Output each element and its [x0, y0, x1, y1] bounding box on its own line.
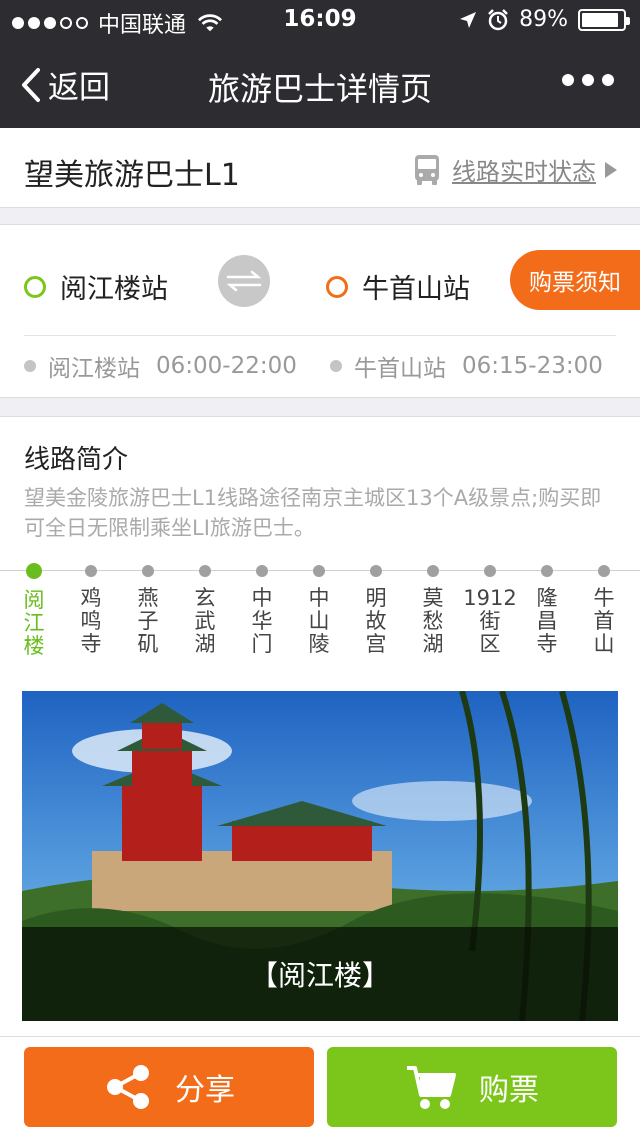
timeline-stop[interactable]: 牛首山 [576, 563, 632, 656]
stop-name: 中山陵 [308, 586, 330, 656]
stop-dot-icon [256, 565, 268, 577]
attraction-photo[interactable]: 【阅江楼】 [22, 691, 618, 1021]
battery-icon [578, 8, 630, 31]
stop-dot-icon [142, 565, 154, 577]
schedule-from: 阅江楼站 06:00-22:00 [24, 349, 297, 383]
stop-name: 明故宫 [365, 586, 387, 656]
bottom-action-bar: 分享 购票 [0, 1036, 640, 1136]
stop-dot-icon [541, 565, 553, 577]
schedule-hours: 06:15-23:00 [462, 353, 603, 379]
stop-dot-icon [26, 563, 42, 579]
status-bar: 中国联通 16:09 89% [0, 0, 640, 40]
timeline-stop[interactable]: 明故宫 [348, 563, 404, 656]
timeline-stop[interactable]: 中华门 [234, 563, 290, 656]
stop-dot-icon [484, 565, 496, 577]
schedule-station: 牛首山站 [354, 356, 446, 382]
stop-dot-icon [313, 565, 325, 577]
route-description: 望美金陵旅游巴士L1线路途径南京主城区13个A级景点;购买即可全日无限制乘坐LI… [24, 486, 602, 540]
location-arrow-icon [460, 11, 477, 28]
stop-dot-icon [370, 565, 382, 577]
alarm-icon [488, 8, 508, 30]
live-status-label: 线路实时状态 [452, 158, 596, 186]
back-button[interactable]: 返回 [20, 62, 110, 107]
timeline-stop[interactable]: 莫愁湖 [405, 563, 461, 656]
stop-dot-icon [598, 565, 610, 577]
swap-direction-button[interactable] [218, 255, 270, 307]
more-icon[interactable] [562, 74, 614, 86]
stop-name: 隆昌寺 [536, 586, 558, 656]
buy-label: 购票 [479, 1073, 539, 1108]
timeline-stop[interactable]: 燕子矶 [120, 563, 176, 656]
stop-dot-icon [427, 565, 439, 577]
stop-name: 鸡鸣寺 [80, 586, 102, 656]
stop-name: 阅江楼 [23, 588, 45, 658]
route-name: 望美旅游巴士L1 [24, 158, 240, 193]
buy-ticket-button[interactable]: 购票 [327, 1047, 617, 1127]
stop-name: 1912 街区 [463, 586, 517, 656]
schedule-to: 牛首山站 06:15-23:00 [330, 349, 603, 383]
stop-name: 莫愁湖 [422, 586, 444, 656]
stop-dot-icon [199, 565, 211, 577]
from-station-label: 阅江楼站 [60, 274, 168, 305]
schedule-station: 阅江楼站 [48, 356, 140, 382]
bullet-icon [24, 360, 36, 372]
timeline-stop[interactable]: 玄武湖 [177, 563, 233, 656]
shopping-cart-icon [407, 1066, 456, 1109]
stop-name: 玄武湖 [194, 586, 216, 656]
stop-name: 中华门 [251, 586, 273, 656]
stop-name: 燕子矶 [137, 586, 159, 656]
back-label: 返回 [48, 70, 110, 106]
bullet-icon [330, 360, 342, 372]
live-status-link[interactable]: 线路实时状态 [412, 152, 618, 187]
timeline-stop[interactable]: 1912 街区 [462, 563, 518, 656]
to-station-marker [326, 275, 348, 298]
nav-bar: 返回 旅游巴士详情页 [0, 40, 640, 128]
timeline-stop[interactable]: 鸡鸣寺 [63, 563, 119, 656]
from-station[interactable]: 阅江楼站 [24, 267, 168, 306]
stop-name: 牛首山 [593, 586, 615, 656]
share-button[interactable]: 分享 [24, 1047, 314, 1127]
timeline-stop[interactable]: 阅江楼 [6, 563, 62, 658]
route-intro: 线路简介 望美金陵旅游巴士L1线路途径南京主城区13个A级景点;购买即可全日无限… [0, 416, 640, 1036]
timeline-stop[interactable]: 隆昌寺 [519, 563, 575, 656]
divider [24, 335, 616, 336]
from-station-marker [24, 275, 46, 298]
stations-card: 阅江楼站 牛首山站 购票须知 阅江楼站 06:00-22:00 牛首山站 06:… [0, 224, 640, 398]
chevron-left-icon [22, 67, 40, 102]
route-header: 望美旅游巴士L1 线路实时状态 [0, 128, 640, 208]
share-label: 分享 [175, 1073, 235, 1108]
ticket-notice-button[interactable]: 购票须知 [510, 250, 640, 310]
photo-caption: 【阅江楼】 [22, 927, 618, 1021]
timeline-stop[interactable]: 中山陵 [291, 563, 347, 656]
schedule-hours: 06:00-22:00 [156, 353, 297, 379]
bus-icon [415, 154, 439, 185]
to-station-label: 牛首山站 [362, 274, 470, 305]
section-title: 线路简介 [24, 445, 129, 475]
battery-percent: 89% [519, 7, 568, 32]
stop-dot-icon [85, 565, 97, 577]
to-station[interactable]: 牛首山站 [326, 267, 470, 306]
swap-arrows-icon [226, 270, 262, 292]
status-right: 89% [459, 7, 630, 32]
chevron-right-icon [605, 161, 617, 178]
share-icon [107, 1065, 149, 1109]
